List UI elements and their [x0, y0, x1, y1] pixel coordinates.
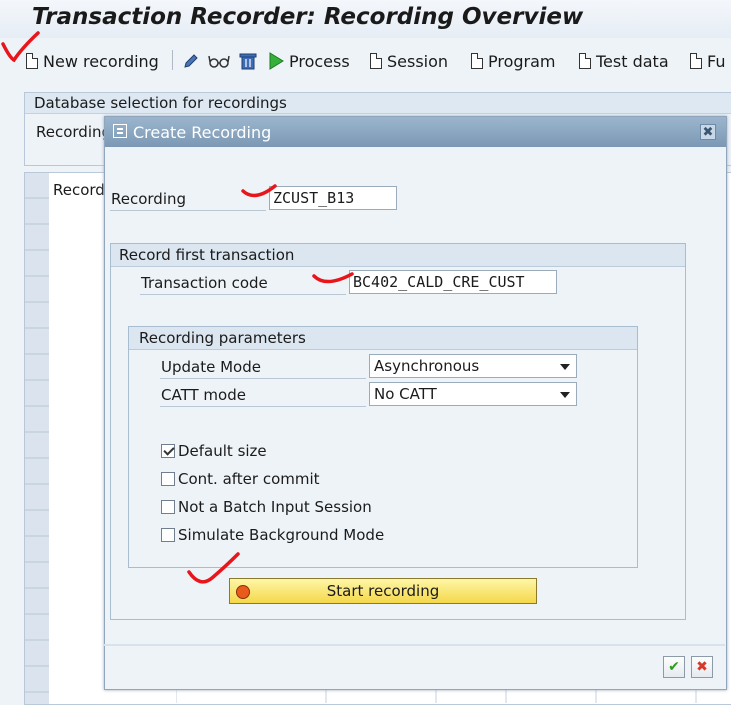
- process-label: Process: [289, 51, 350, 71]
- dialog-title: Create Recording: [133, 123, 272, 142]
- transaction-code-label: Transaction code: [141, 274, 268, 292]
- grid-column-header: Recordi: [53, 181, 109, 199]
- play-icon: [269, 52, 284, 70]
- session-label: Session: [387, 51, 449, 71]
- test-data-button[interactable]: Test data: [579, 50, 669, 72]
- first-transaction-header: Record first transaction: [111, 244, 685, 267]
- program-label: Program: [488, 51, 556, 71]
- document-icon: [471, 53, 483, 69]
- update-mode-select[interactable]: Asynchronous: [369, 354, 577, 378]
- not-batch-input-checkbox[interactable]: Not a Batch Input Session: [161, 498, 372, 516]
- update-mode-label: Update Mode: [161, 358, 261, 376]
- grid-row-selectors[interactable]: [25, 173, 49, 704]
- function-module-button[interactable]: Fu: [690, 50, 725, 72]
- chevron-down-icon: [560, 364, 570, 370]
- checkbox-box[interactable]: [161, 528, 175, 542]
- label-underline: [160, 406, 366, 407]
- checkbox-box[interactable]: [161, 472, 175, 486]
- window-title-bar: Transaction Recorder: Recording Overview: [0, 0, 731, 38]
- catt-mode-select[interactable]: No CATT: [369, 382, 577, 406]
- cancel-x-icon[interactable]: ✖: [691, 656, 713, 678]
- not-batch-input-label: Not a Batch Input Session: [178, 498, 372, 516]
- glasses-icon: [208, 55, 230, 68]
- database-selection-header: Database selection for recordings: [25, 93, 731, 114]
- recording-parameters-header: Recording parameters: [129, 327, 637, 350]
- dialog-footer-divider: [104, 644, 725, 646]
- delete-button[interactable]: [238, 50, 258, 72]
- document-icon: [579, 53, 591, 69]
- simulate-background-label: Simulate Background Mode: [178, 526, 385, 544]
- cont-after-commit-checkbox[interactable]: Cont. after commit: [161, 470, 320, 488]
- start-recording-button[interactable]: Start recording: [229, 578, 537, 604]
- new-recording-button[interactable]: New recording: [26, 50, 159, 72]
- window-title: Transaction Recorder: Recording Overview: [32, 4, 584, 30]
- toolbar-separator: [172, 50, 173, 70]
- document-icon: [26, 53, 38, 69]
- close-icon[interactable]: ✖: [700, 124, 716, 140]
- session-button[interactable]: Session: [370, 50, 448, 72]
- transaction-code-input[interactable]: BC402_CALD_CRE_CUST: [349, 270, 557, 294]
- default-size-checkbox[interactable]: Default size: [161, 442, 267, 460]
- process-button[interactable]: Process: [268, 50, 350, 72]
- new-recording-label: New recording: [43, 51, 159, 71]
- simulate-background-checkbox[interactable]: Simulate Background Mode: [161, 526, 384, 544]
- checkbox-box[interactable]: [161, 444, 175, 458]
- chevron-down-icon: [560, 392, 570, 398]
- record-dot-icon: [236, 585, 250, 599]
- pencil-icon: [184, 54, 198, 68]
- update-mode-value: Asynchronous: [374, 357, 480, 375]
- test-data-label: Test data: [596, 51, 669, 71]
- label-underline: [160, 378, 366, 379]
- document-icon: [690, 53, 702, 69]
- document-icon: [370, 53, 382, 69]
- ok-check-icon[interactable]: ✔: [663, 656, 685, 678]
- function-module-label: Fu: [707, 51, 726, 71]
- start-recording-label: Start recording: [326, 582, 440, 600]
- create-recording-icon: [113, 124, 127, 138]
- grid-column-lines: [176, 688, 697, 703]
- label-underline: [140, 294, 346, 295]
- catt-mode-value: No CATT: [374, 385, 437, 403]
- label-underline: [110, 210, 266, 211]
- trash-icon: [239, 53, 257, 70]
- default-size-label: Default size: [178, 442, 267, 460]
- cont-after-commit-label: Cont. after commit: [178, 470, 320, 488]
- recording-name-input[interactable]: ZCUST_B13: [269, 186, 397, 210]
- catt-mode-label: CATT mode: [161, 386, 246, 404]
- program-button[interactable]: Program: [471, 50, 556, 72]
- checkbox-box[interactable]: [161, 500, 175, 514]
- change-button[interactable]: [182, 50, 200, 72]
- dialog-title-bar: Create Recording ✖: [105, 117, 726, 147]
- background-recording-label: Recording: [36, 123, 112, 141]
- recording-label: Recording: [111, 190, 187, 208]
- display-button[interactable]: [207, 50, 231, 72]
